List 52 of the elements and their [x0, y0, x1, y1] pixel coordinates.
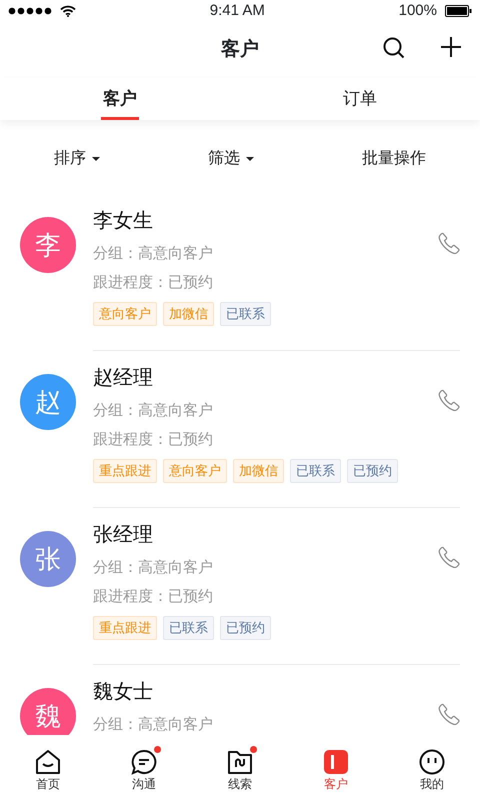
face-icon [419, 749, 445, 775]
filter-button[interactable]: 批量操作 [356, 140, 432, 178]
nav-tab[interactable]: 首页 [0, 735, 96, 800]
customer-name: 魏女士 [93, 680, 154, 705]
tag: 已联系 [290, 459, 341, 482]
filter-button[interactable]: 排序 [48, 140, 106, 178]
add-icon[interactable] [440, 36, 462, 58]
tag: 已联系 [220, 302, 271, 326]
customer-icon [323, 749, 349, 775]
nav-tab[interactable]: 线索 [192, 735, 288, 800]
home-icon [35, 749, 61, 775]
customer-name: 赵经理 [93, 366, 154, 391]
customer-group: 分组：高意向客户 [93, 401, 438, 420]
phone-icon[interactable] [438, 703, 460, 725]
page-title: 客户 [221, 38, 259, 62]
customer-name: 张经理 [93, 523, 154, 548]
tag: 重点跟进 [93, 616, 157, 640]
tab[interactable]: 客户 [101, 78, 139, 120]
customer-name: 李女生 [93, 209, 154, 234]
follow-up-status: 跟进程度：已预约 [93, 430, 214, 449]
customer-group: 分组：高意向客户 [93, 244, 438, 263]
tab[interactable]: 订单 [341, 78, 379, 120]
nav-tab[interactable]: 我的 [384, 735, 480, 800]
wifi-icon [60, 5, 76, 17]
follow-up-status: 跟进程度：已预约 [93, 587, 214, 606]
folder-icon [227, 749, 253, 775]
avatar: 赵 [20, 374, 76, 430]
filter-button[interactable]: 筛选 [202, 140, 260, 178]
status-time: 9:41 AM [210, 0, 265, 21]
tag: 加微信 [163, 302, 214, 326]
nav-tab[interactable]: 客户 [288, 735, 384, 800]
avatar: 张 [20, 531, 76, 587]
customer-group: 分组：高意向客户 [93, 715, 438, 734]
tag: 已预约 [220, 616, 271, 640]
avatar: 魏 [20, 688, 76, 735]
phone-icon[interactable] [438, 389, 460, 411]
tag: 重点跟进 [93, 459, 157, 482]
customer-group: 分组：高意向客户 [93, 558, 438, 577]
nav-tab[interactable]: 沟通 [96, 735, 192, 800]
avatar: 李 [20, 217, 76, 273]
tag: 意向客户 [93, 302, 157, 326]
chat-icon [131, 749, 157, 775]
phone-icon[interactable] [438, 232, 460, 254]
battery-icon [444, 5, 472, 17]
battery-percent: 100% [398, 0, 437, 21]
search-icon[interactable] [382, 36, 406, 60]
tag: 意向客户 [163, 459, 227, 482]
tag: 已联系 [163, 616, 214, 640]
tag: 加微信 [233, 459, 284, 482]
phone-icon[interactable] [438, 546, 460, 568]
tag: 已预约 [347, 459, 398, 482]
follow-up-status: 跟进程度：已预约 [93, 273, 214, 292]
